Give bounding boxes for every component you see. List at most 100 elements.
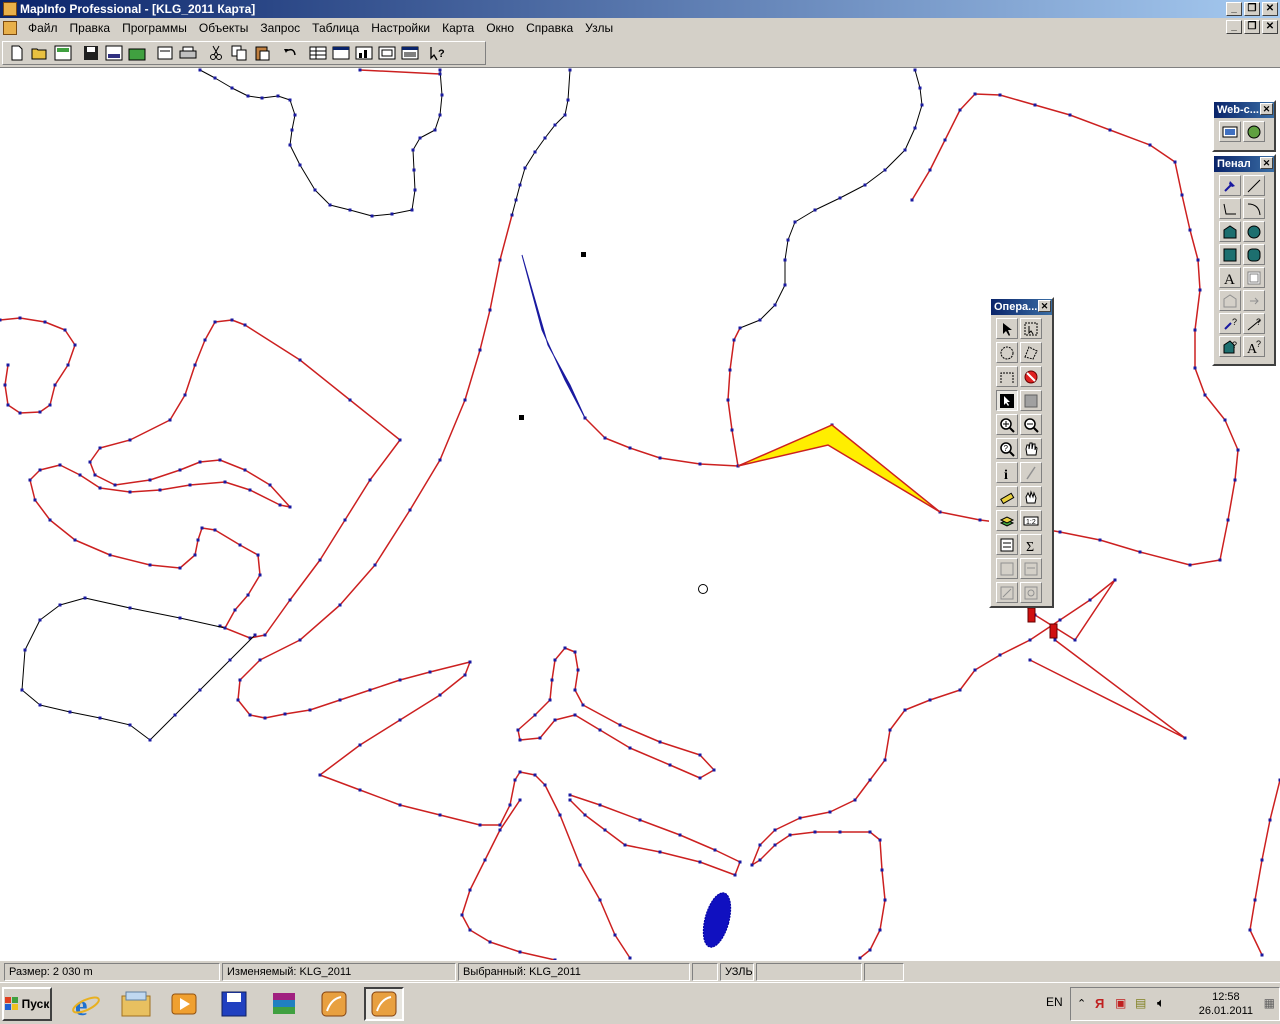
menu-objects[interactable]: Объекты — [193, 21, 255, 35]
palette-title[interactable]: Пенал ✕ — [1214, 156, 1274, 172]
polygon-icon[interactable] — [1219, 221, 1241, 242]
new-layout-icon[interactable] — [376, 43, 398, 63]
selected-polygon[interactable] — [521, 254, 586, 419]
highlighted-polygon[interactable] — [737, 424, 941, 513]
invert-select-icon[interactable] — [1020, 390, 1042, 411]
print-setup-icon[interactable] — [154, 43, 176, 63]
open-dbms-icon[interactable] — [126, 43, 148, 63]
close-icon[interactable]: ✕ — [1260, 157, 1273, 169]
menu-options[interactable]: Настройки — [365, 21, 436, 35]
map-boundary-line[interactable] — [910, 92, 1240, 567]
copy-icon[interactable] — [228, 43, 250, 63]
map-window[interactable] — [0, 68, 1280, 960]
map-boundary-line[interactable] — [198, 68, 444, 218]
add-node-icon[interactable] — [1243, 290, 1265, 311]
new-graph-icon[interactable] — [353, 43, 375, 63]
marquee-select-icon[interactable] — [1020, 318, 1042, 339]
menu-query[interactable]: Запрос — [254, 21, 306, 35]
cartographic-legend-icon[interactable] — [1020, 558, 1042, 579]
menu-edit[interactable]: Правка — [64, 21, 117, 35]
menu-nodes[interactable]: Узлы — [579, 21, 619, 35]
map-boundary-line[interactable] — [1028, 638, 1187, 740]
ellipse-icon[interactable] — [1243, 221, 1265, 242]
map-boundary-line[interactable] — [28, 320, 292, 630]
menu-window[interactable]: Окно — [480, 21, 520, 35]
archiver-icon[interactable] — [264, 987, 304, 1021]
change-view-icon[interactable]: ? — [996, 438, 1018, 459]
line-icon[interactable] — [1243, 175, 1265, 196]
rectangle-icon[interactable] — [1219, 244, 1241, 265]
arc-icon[interactable] — [1243, 198, 1265, 219]
statistics-icon[interactable]: Σ — [1020, 534, 1042, 555]
document-icon[interactable] — [3, 21, 17, 35]
drag-map-icon[interactable] — [1020, 486, 1042, 507]
map-boundary-line[interactable] — [213, 318, 402, 640]
radius-select-icon[interactable] — [996, 342, 1018, 363]
water-body[interactable] — [698, 890, 736, 950]
cut-icon[interactable] — [205, 43, 227, 63]
set-target-icon[interactable] — [1020, 582, 1042, 603]
doc-minimize-button[interactable]: _ — [1226, 20, 1242, 34]
menu-file[interactable]: Файл — [22, 21, 64, 35]
new-map-icon[interactable] — [330, 43, 352, 63]
select-arrow-icon[interactable] — [996, 318, 1018, 339]
text-style-icon[interactable]: A? — [1243, 336, 1265, 357]
wfs-icon[interactable] — [1243, 121, 1265, 142]
frame-icon[interactable] — [1243, 267, 1265, 288]
palette-title[interactable]: Web-с... ✕ — [1214, 102, 1274, 118]
map-canvas[interactable] — [0, 68, 1280, 960]
status-selected-layer[interactable]: Выбранный: KLG_2011 — [458, 963, 690, 981]
map-boundary-line[interactable] — [358, 68, 442, 76]
status-zoom-size[interactable]: Размер: 2 030 m — [4, 963, 220, 981]
close-icon[interactable]: ✕ — [1260, 103, 1273, 115]
map-boundary-line[interactable] — [236, 213, 632, 960]
text-icon[interactable]: A — [1219, 267, 1241, 288]
map-boundary-line[interactable] — [518, 648, 714, 778]
start-button[interactable]: Пуск — [2, 987, 52, 1021]
open-workspace-icon[interactable] — [52, 43, 74, 63]
wms-icon[interactable] — [1219, 121, 1241, 142]
new-redistrict-icon[interactable] — [399, 43, 421, 63]
hotlink-icon[interactable] — [1020, 462, 1042, 483]
print-icon[interactable] — [177, 43, 199, 63]
menu-map[interactable]: Карта — [436, 21, 480, 35]
map-point[interactable] — [519, 415, 524, 420]
symbol-icon[interactable] — [1219, 175, 1241, 196]
doc-restore-button[interactable]: ❐ — [1244, 20, 1260, 34]
map-boundary-line[interactable] — [583, 326, 742, 468]
map-boundary-line[interactable] — [510, 68, 572, 217]
save-icon[interactable] — [80, 43, 102, 63]
reshape-icon[interactable] — [1219, 290, 1241, 311]
save-disk-icon[interactable] — [214, 987, 254, 1021]
new-browser-icon[interactable] — [307, 43, 329, 63]
tray-expand-icon[interactable]: ⌃ — [1077, 997, 1086, 1010]
map-boundary-line[interactable] — [750, 578, 1117, 960]
zoom-out-icon[interactable] — [1020, 414, 1042, 435]
map-boundary-line[interactable] — [20, 596, 257, 742]
region-style-icon[interactable]: ? — [1219, 336, 1241, 357]
polyline-icon[interactable] — [1219, 198, 1241, 219]
mapinfo-app-icon[interactable] — [3, 2, 17, 16]
mapinfo-active-window-icon[interactable] — [364, 987, 404, 1021]
undo-icon[interactable] — [279, 43, 301, 63]
status-editable-layer[interactable]: Изменяемый: KLG_2011 — [222, 963, 456, 981]
pin-icon[interactable] — [1049, 623, 1058, 639]
map-boundary-line[interactable] — [738, 68, 924, 330]
palette-title[interactable]: Опера... ✕ — [991, 299, 1052, 315]
file-explorer-icon[interactable] — [116, 987, 156, 1021]
symbol-style-icon[interactable]: ? — [1219, 313, 1241, 334]
layer-control-icon[interactable] — [996, 510, 1018, 531]
pin-icon[interactable] — [1027, 607, 1036, 623]
help-icon[interactable]: ? — [427, 43, 449, 63]
yandex-icon[interactable]: Я — [1095, 996, 1104, 1011]
map-boundary-line[interactable] — [568, 793, 742, 877]
internet-explorer-icon[interactable]: e — [66, 987, 106, 1021]
open-icon[interactable] — [29, 43, 51, 63]
network-icon[interactable]: ▣ — [1115, 996, 1126, 1010]
menu-tools[interactable]: Программы — [116, 21, 193, 35]
clip-region-icon[interactable] — [996, 582, 1018, 603]
boundary-select-icon[interactable] — [996, 366, 1018, 387]
restore-button[interactable]: ❐ — [1244, 2, 1260, 16]
polygon-select-icon[interactable] — [1020, 342, 1042, 363]
menu-table[interactable]: Таблица — [306, 21, 365, 35]
